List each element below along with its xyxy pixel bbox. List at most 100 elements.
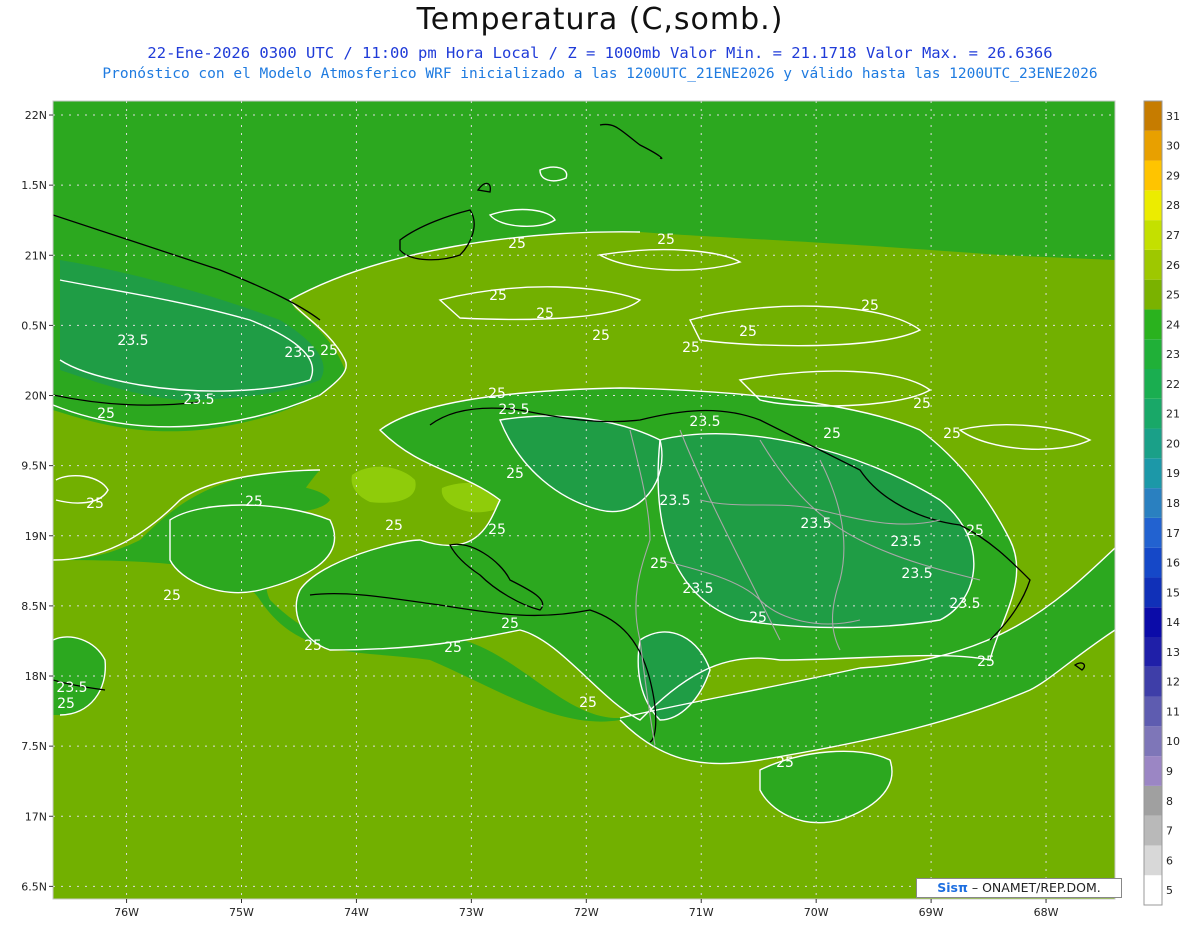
- colorbar-swatch: [1144, 845, 1162, 876]
- contour-label-25: 25: [657, 232, 675, 248]
- colorbar-label: 5: [1166, 884, 1173, 897]
- colorbar-swatch: [1144, 696, 1162, 727]
- contour-label-25: 25: [592, 328, 610, 344]
- contour-label-25: 25: [488, 522, 506, 538]
- lat-label: 17N: [25, 810, 47, 823]
- contour-label-25: 25: [776, 755, 794, 771]
- colorbar-label: 19: [1166, 467, 1180, 480]
- colorbar-swatch: [1144, 369, 1162, 399]
- colorbar-swatch: [1144, 160, 1162, 191]
- lat-label: 22N: [25, 109, 47, 122]
- contour-label-23-5: 23.5: [682, 581, 713, 597]
- colorbar-swatch: [1144, 577, 1162, 608]
- colorbar-swatch: [1144, 428, 1162, 459]
- colorbar-label: 10: [1166, 735, 1180, 748]
- lat-label: 19N: [25, 530, 47, 543]
- colorbar-swatch: [1144, 249, 1162, 280]
- colorbar-swatch: [1144, 547, 1162, 578]
- colorbar-label: 16: [1166, 557, 1180, 570]
- contour-label-25: 25: [97, 406, 115, 422]
- colorbar-label: 24: [1166, 318, 1180, 331]
- lat-label: 0.5N: [21, 319, 47, 332]
- contour-label-25: 25: [506, 466, 524, 482]
- colorbar-label: 12: [1166, 676, 1180, 689]
- contour-label-25: 25: [444, 640, 462, 656]
- colorbar-swatch: [1144, 279, 1162, 310]
- lat-label: 8.5N: [21, 600, 47, 613]
- colorbar-swatch: [1144, 726, 1162, 757]
- colorbar-swatch: [1144, 339, 1162, 369]
- contour-label-23-5: 23.5: [689, 414, 720, 430]
- lon-label: 75W: [229, 906, 254, 919]
- lon-label: 69W: [919, 906, 944, 919]
- lon-label: 76W: [114, 906, 139, 919]
- lon-label: 72W: [574, 906, 599, 919]
- colorbar-swatch: [1144, 785, 1162, 816]
- contour-label-23-5: 23.5: [901, 566, 932, 582]
- contour-label-23-5: 23.5: [949, 596, 980, 612]
- colorbar-swatch: [1144, 666, 1162, 697]
- colorbar-label: 9: [1166, 765, 1173, 778]
- lon-label: 71W: [689, 906, 714, 919]
- contour-label-25: 25: [966, 523, 984, 539]
- contour-label-25: 25: [320, 343, 338, 359]
- lat-label: 18N: [25, 670, 47, 683]
- colorbar-swatch: [1144, 875, 1162, 905]
- colorbar-swatch: [1144, 101, 1162, 131]
- contour-label-25: 25: [579, 695, 597, 711]
- colorbar-swatch: [1144, 607, 1162, 637]
- credit-text: – ONAMET/REP.DOM.: [971, 880, 1101, 895]
- colorbar-swatch: [1144, 517, 1162, 548]
- contour-label-23-5: 23.5: [659, 493, 690, 509]
- colorbar-label: 27: [1166, 229, 1180, 242]
- colorbar-swatch: [1144, 220, 1162, 250]
- colorbar-label: 11: [1166, 705, 1180, 718]
- colorbar-label: 20: [1166, 437, 1180, 450]
- contour-label-25: 25: [943, 426, 961, 442]
- colorbar-swatch: [1144, 398, 1162, 429]
- colorbar-label: 15: [1166, 586, 1180, 599]
- contour-label-25: 25: [501, 616, 519, 632]
- colorbar-label: 7: [1166, 825, 1173, 838]
- lat-label: 20N: [25, 390, 47, 403]
- contour-label-25: 25: [163, 588, 181, 604]
- contour-label-23-5: 23.5: [56, 680, 87, 696]
- colorbar-label: 21: [1166, 408, 1180, 421]
- longitude-labels: 76W 75W 74W 73W 72W 71W 70W 69W 68W: [114, 906, 1058, 919]
- colorbar-label: 26: [1166, 259, 1180, 272]
- contour-label-23-5: 23.5: [117, 333, 148, 349]
- map-figure: 22N 1.5N 21N 0.5N 20N 9.5N 19N 8.5N 18N 7.5N 17N 6.…: [21, 100, 1180, 919]
- colorbar-swatch: [1144, 309, 1162, 340]
- colorbar-swatch: [1144, 756, 1162, 786]
- contour-label-23-5: 23.5: [800, 516, 831, 532]
- sispi-logo: Sisπ: [937, 880, 968, 895]
- contour-label-25: 25: [385, 518, 403, 534]
- contour-label-25: 25: [86, 496, 104, 512]
- lat-label: 9.5N: [21, 460, 47, 473]
- contour-label-25: 25: [245, 494, 263, 510]
- contour-label-23-5: 23.5: [183, 392, 214, 408]
- contour-label-23-5: 23.5: [498, 402, 529, 418]
- contour-label-25: 25: [650, 556, 668, 572]
- map-plot-area: [53, 101, 1115, 899]
- lon-label: 70W: [804, 906, 829, 919]
- colorbar-swatch: [1144, 458, 1162, 489]
- lat-label: 7.5N: [21, 740, 47, 753]
- contour-label-23-5: 23.5: [284, 345, 315, 361]
- colorbar-label: 17: [1166, 527, 1180, 540]
- contour-label-25: 25: [749, 610, 767, 626]
- lon-label: 73W: [459, 906, 484, 919]
- lon-label: 74W: [344, 906, 369, 919]
- colorbar-label: 22: [1166, 378, 1180, 391]
- lat-label: 21N: [25, 249, 47, 262]
- colorbar-label: 29: [1166, 169, 1180, 182]
- colorbar: 5 6 7 8 9 10 11 12 13 14 15 16 17 18 19 20 21 22 23 24 25 26 2…: [1143, 100, 1180, 906]
- map-title: Temperatura (C,somb.): [416, 2, 784, 37]
- contour-label-25: 25: [489, 288, 507, 304]
- colorbar-swatch: [1144, 130, 1162, 161]
- colorbar-swatch: [1144, 190, 1162, 221]
- contour-label-25: 25: [508, 236, 526, 252]
- contour-label-25: 25: [57, 696, 75, 712]
- lat-label: 6.5N: [21, 880, 47, 893]
- colorbar-label: 18: [1166, 497, 1180, 510]
